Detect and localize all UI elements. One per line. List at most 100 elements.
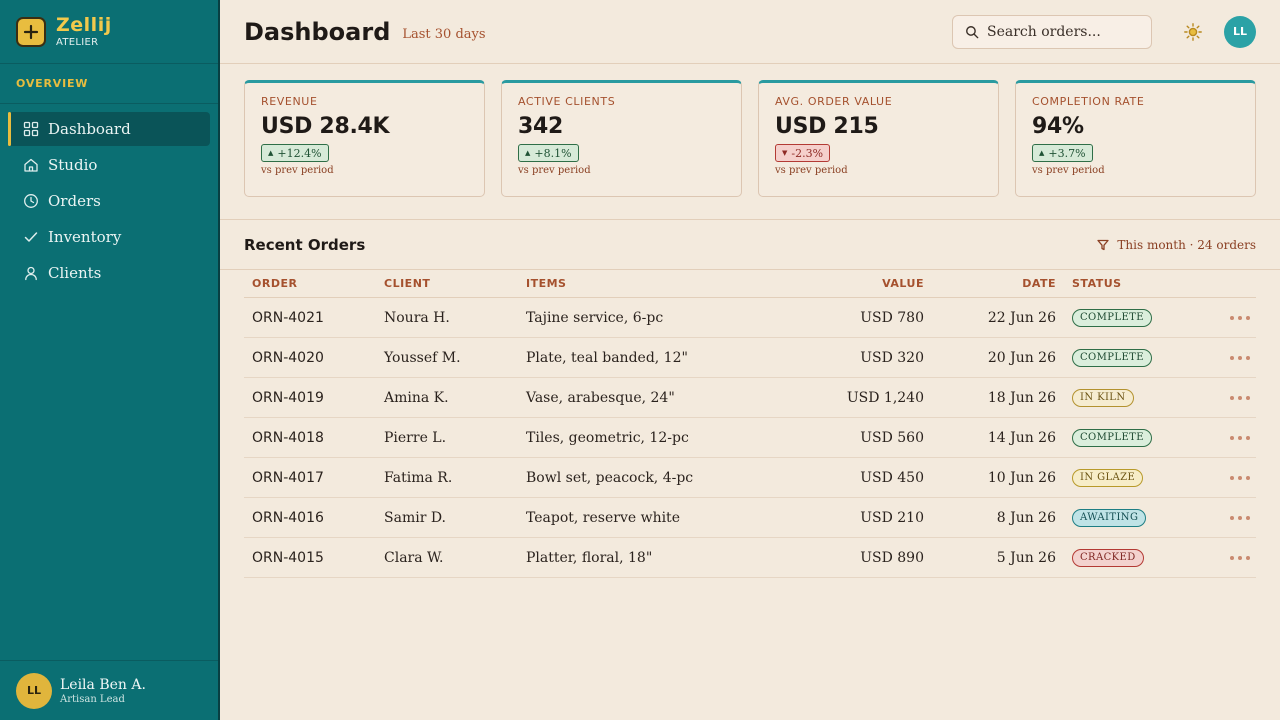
column-header-status[interactable]: STATUS	[1056, 277, 1176, 290]
theme-toggle-button[interactable]	[1182, 21, 1204, 43]
kpi-card-completion-rate[interactable]: COMPLETION RATE 94% ▲ +3.7% vs prev perio…	[1015, 80, 1256, 197]
sun-icon	[1184, 22, 1202, 41]
order-id: ORN-4019	[252, 389, 324, 406]
order-client: Samir D.	[384, 509, 447, 526]
sidebar-item-dashboard[interactable]: Dashboard	[8, 112, 210, 146]
kpi-delta: ▲ +8.1%	[518, 144, 579, 162]
status-badge: IN KILN	[1072, 389, 1134, 407]
orders-table: ORDER CLIENT ITEMS VALUE DATE STATUS ORN…	[244, 270, 1256, 578]
user-profile[interactable]: LL Leila Ben A. Artisan Lead	[0, 660, 218, 720]
table-row[interactable]: ORN-4016 Samir D. Teapot, reserve white …	[244, 498, 1256, 538]
more-actions-icon[interactable]	[1228, 392, 1252, 404]
order-client: Pierre L.	[384, 429, 447, 446]
order-value: USD 890	[860, 549, 924, 566]
topbar: Dashboard Last 30 days LL	[220, 0, 1280, 64]
order-items: Vase, arabesque, 24"	[526, 389, 675, 406]
more-actions-icon[interactable]	[1228, 552, 1252, 564]
column-header-date[interactable]: DATE	[924, 277, 1056, 290]
status-badge: IN GLAZE	[1072, 469, 1144, 487]
order-date: 5 Jun 26	[996, 549, 1056, 566]
table-row[interactable]: ORN-4017 Fatima R. Bowl set, peacock, 4-…	[244, 458, 1256, 498]
filter-button[interactable]: This month · 24 orders	[1097, 238, 1256, 252]
kpi-value: 342	[518, 114, 564, 139]
sidebar-item-inventory[interactable]: Inventory	[8, 220, 210, 254]
brand[interactable]: Zellij ATELIER	[0, 0, 218, 64]
kpi-note: vs prev period	[261, 165, 334, 176]
grid-icon	[22, 120, 40, 138]
section-title: Recent Orders	[244, 235, 366, 254]
more-actions-icon[interactable]	[1228, 472, 1252, 484]
user-icon	[22, 264, 40, 282]
clock-icon	[22, 192, 40, 210]
sidebar-item-label: Studio	[48, 156, 98, 174]
order-client: Clara W.	[384, 549, 444, 566]
table-row[interactable]: ORN-4020 Youssef M. Plate, teal banded, …	[244, 338, 1256, 378]
sidebar-item-studio[interactable]: Studio	[8, 148, 210, 182]
kpi-note: vs prev period	[1032, 165, 1105, 176]
sidebar-item-clients[interactable]: Clients	[8, 256, 210, 290]
brand-name: Zellij	[56, 13, 112, 36]
table-row[interactable]: ORN-4019 Amina K. Vase, arabesque, 24" U…	[244, 378, 1256, 418]
column-header-order[interactable]: ORDER	[244, 277, 384, 290]
status-badge: COMPLETE	[1072, 309, 1152, 327]
caret-up-icon: ▲	[268, 149, 274, 157]
main-content: Dashboard Last 30 days LL REVENUE USD 28…	[220, 0, 1280, 720]
order-date: 8 Jun 26	[996, 509, 1056, 526]
search-icon	[966, 25, 979, 38]
search-box[interactable]	[952, 14, 1152, 49]
order-items: Tiles, geometric, 12-pc	[526, 429, 689, 446]
order-id: ORN-4017	[252, 469, 324, 486]
sidebar-item-orders[interactable]: Orders	[8, 184, 210, 218]
search-input[interactable]	[987, 23, 1137, 40]
more-actions-icon[interactable]	[1228, 512, 1252, 524]
check-icon	[22, 228, 40, 246]
kpi-delta-value: +3.7%	[1048, 146, 1086, 160]
home-icon	[22, 156, 40, 174]
kpi-delta-value: +12.4%	[277, 146, 322, 160]
order-id: ORN-4021	[252, 309, 324, 326]
more-actions-icon[interactable]	[1228, 432, 1252, 444]
table-row[interactable]: ORN-4021 Noura H. Tajine service, 6-pc U…	[244, 298, 1256, 338]
order-value: USD 560	[860, 429, 924, 446]
sidebar: Zellij ATELIER OVERVIEW Dashboard Studio…	[0, 0, 220, 720]
order-date: 20 Jun 26	[987, 349, 1056, 366]
kpi-card-revenue[interactable]: REVENUE USD 28.4K ▲ +12.4% vs prev period	[244, 80, 485, 197]
sidebar-nav: Dashboard Studio Orders Inventory Client…	[0, 104, 218, 290]
column-header-client[interactable]: CLIENT	[384, 277, 526, 290]
section-label-overview: OVERVIEW	[0, 64, 218, 104]
more-actions-icon[interactable]	[1228, 312, 1252, 324]
order-value: USD 450	[860, 469, 924, 486]
order-date: 18 Jun 26	[987, 389, 1056, 406]
column-header-value[interactable]: VALUE	[776, 277, 924, 290]
avatar[interactable]: LL	[1224, 15, 1256, 48]
order-id: ORN-4015	[252, 549, 324, 566]
table-header: ORDER CLIENT ITEMS VALUE DATE STATUS	[244, 270, 1256, 298]
more-actions-icon[interactable]	[1228, 352, 1252, 364]
brand-sub: ATELIER	[56, 36, 99, 48]
orders-header: Recent Orders This month · 24 orders	[220, 220, 1280, 270]
order-items: Plate, teal banded, 12"	[526, 349, 688, 366]
recent-orders: Recent Orders This month · 24 orders ORD…	[220, 220, 1280, 578]
avatar: LL	[16, 672, 52, 709]
order-items: Teapot, reserve white	[526, 509, 680, 526]
caret-up-icon: ▲	[1039, 149, 1045, 157]
table-row[interactable]: ORN-4018 Pierre L. Tiles, geometric, 12-…	[244, 418, 1256, 458]
kpi-note: vs prev period	[518, 165, 591, 176]
kpi-card-avg-order-value[interactable]: AVG. ORDER VALUE USD 215 ▼ -2.3% vs prev …	[758, 80, 999, 197]
kpi-delta-value: +8.1%	[534, 146, 572, 160]
order-client: Amina K.	[384, 389, 449, 406]
order-value: USD 780	[860, 309, 924, 326]
kpi-value: USD 28.4K	[261, 114, 390, 139]
order-date: 14 Jun 26	[987, 429, 1056, 446]
column-header-items[interactable]: ITEMS	[526, 277, 776, 290]
page-subtitle: Last 30 days	[402, 27, 486, 42]
order-items: Tajine service, 6-pc	[526, 309, 664, 326]
kpi-card-active-clients[interactable]: ACTIVE CLIENTS 342 ▲ +8.1% vs prev period	[501, 80, 742, 197]
caret-down-icon: ▼	[782, 149, 788, 157]
kpi-cards: REVENUE USD 28.4K ▲ +12.4% vs prev period…	[220, 64, 1280, 220]
order-date: 22 Jun 26	[987, 309, 1056, 326]
table-row[interactable]: ORN-4015 Clara W. Platter, floral, 18" U…	[244, 538, 1256, 578]
kpi-label: COMPLETION RATE	[1032, 95, 1145, 108]
kpi-value: 94%	[1032, 114, 1084, 139]
kpi-note: vs prev period	[775, 165, 848, 176]
